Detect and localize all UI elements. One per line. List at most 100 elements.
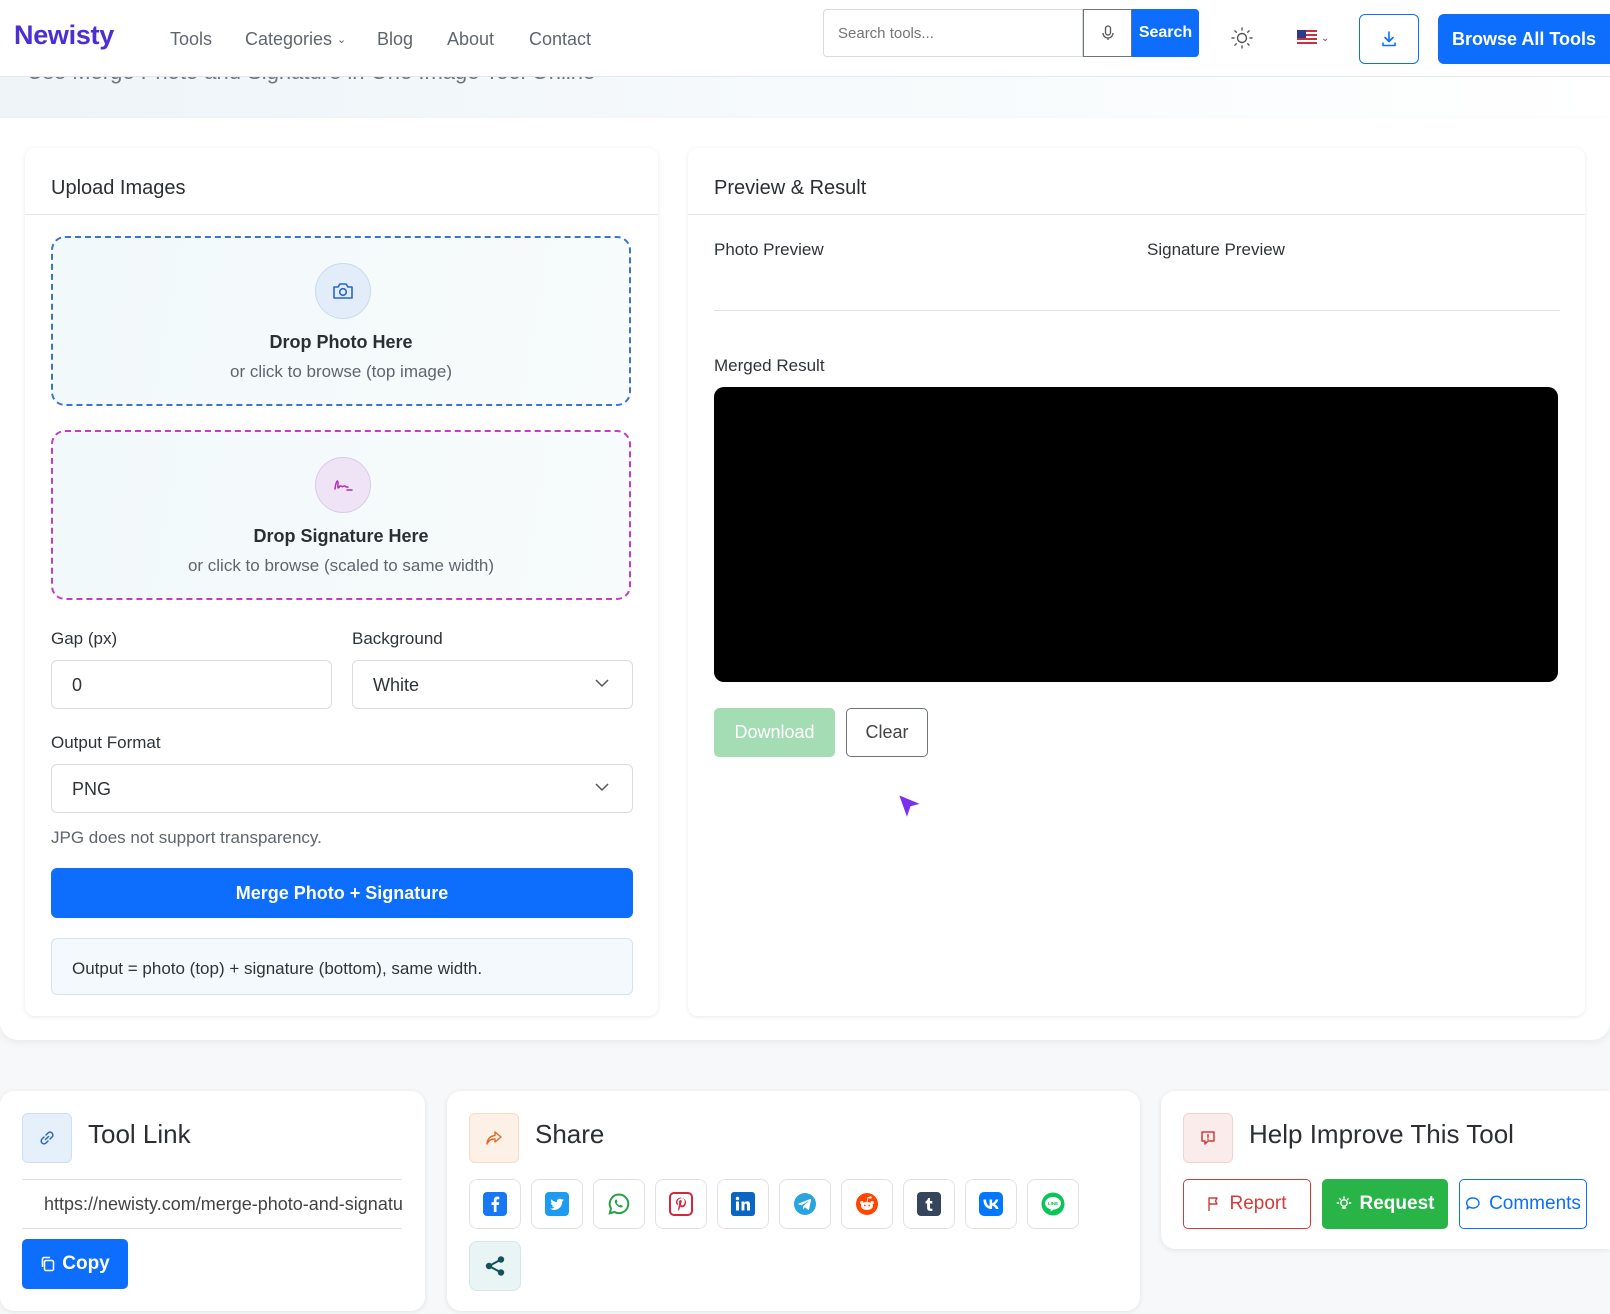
- nav-blog[interactable]: Blog: [377, 29, 413, 50]
- share-title: Share: [535, 1119, 605, 1149]
- share-twitter-button[interactable]: [531, 1179, 583, 1229]
- voice-search-button[interactable]: [1083, 9, 1132, 57]
- share-card: Share LINE: [447, 1091, 1140, 1311]
- language-selector[interactable]: ⌄: [1297, 30, 1329, 46]
- gap-label: Gap (px): [51, 629, 118, 648]
- report-button[interactable]: Report: [1183, 1179, 1311, 1229]
- us-flag-icon: [1297, 30, 1317, 46]
- tumblr-icon: [917, 1192, 941, 1216]
- download-button[interactable]: Download: [714, 708, 835, 757]
- install-app-button[interactable]: [1359, 14, 1419, 64]
- request-button-label: Request: [1359, 1193, 1435, 1214]
- search-button[interactable]: Search: [1132, 9, 1199, 57]
- background-select[interactable]: White: [352, 660, 633, 709]
- copy-button[interactable]: Copy: [22, 1239, 128, 1289]
- photo-dropzone-subtitle: or click to browse (top image): [229, 362, 453, 381]
- share-reddit-button[interactable]: [841, 1179, 893, 1229]
- nav-tools[interactable]: Tools: [170, 29, 212, 50]
- gap-input[interactable]: 0: [51, 660, 332, 709]
- share-facebook-button[interactable]: [469, 1179, 521, 1229]
- nav-about[interactable]: About: [447, 29, 494, 50]
- reddit-icon: [856, 1193, 878, 1215]
- share-linkedin-button[interactable]: [717, 1179, 769, 1229]
- share-vk-button[interactable]: [965, 1179, 1017, 1229]
- photo-preview-label: Photo Preview: [714, 240, 824, 259]
- feedback-card: Help Improve This Tool Report Request Co…: [1161, 1091, 1610, 1249]
- chevron-down-icon: ⌄: [1321, 32, 1330, 44]
- comments-button[interactable]: Comments: [1459, 1179, 1587, 1229]
- format-hint: JPG does not support transparency.: [51, 828, 322, 847]
- camera-icon: [315, 263, 371, 319]
- share-line-button[interactable]: LINE: [1027, 1179, 1079, 1229]
- share-telegram-button[interactable]: [779, 1179, 831, 1229]
- background-value: White: [373, 675, 420, 695]
- signature-icon: [315, 457, 371, 513]
- tool-link-title: Tool Link: [88, 1119, 191, 1149]
- share-whatsapp-button[interactable]: [593, 1179, 645, 1229]
- whatsapp-icon: [608, 1193, 630, 1215]
- merge-button[interactable]: Merge Photo + Signature: [51, 868, 633, 918]
- site-logo[interactable]: Newisty: [14, 20, 114, 51]
- chevron-down-icon: ⌄: [337, 34, 347, 46]
- share-nodes-icon: [485, 1256, 505, 1276]
- copy-button-label: Copy: [62, 1253, 110, 1274]
- line-icon: LINE: [1041, 1192, 1065, 1216]
- search-input[interactable]: [836, 10, 1070, 56]
- signature-dropzone-title: Drop Signature Here: [253, 526, 429, 546]
- lightbulb-icon: [1336, 1196, 1351, 1209]
- svg-text:LINE: LINE: [1048, 1201, 1058, 1206]
- facebook-icon: [483, 1192, 507, 1216]
- page-subtitle: Use Merge Photo and Signature in One Ima…: [27, 76, 595, 85]
- flag-icon: [1208, 1197, 1219, 1211]
- signature-dropzone[interactable]: Drop Signature Here or click to browse (…: [51, 430, 631, 600]
- nav-categories[interactable]: Categories ⌄: [245, 29, 346, 50]
- microphone-icon: [1101, 25, 1114, 40]
- photo-dropzone[interactable]: Drop Photo Here or click to browse (top …: [51, 236, 631, 406]
- preview-card-title: Preview & Result: [714, 177, 867, 199]
- output-format-value: PNG: [72, 779, 112, 799]
- preview-divider: [714, 310, 1560, 311]
- nav-contact[interactable]: Contact: [529, 29, 591, 50]
- background-label: Background: [352, 629, 443, 648]
- top-navbar: Newisty Tools Categories ⌄ Blog About Con…: [0, 0, 1610, 77]
- telegram-icon: [794, 1193, 816, 1215]
- copy-icon: [42, 1256, 55, 1272]
- comment-icon: [1466, 1197, 1480, 1210]
- upload-card-title: Upload Images: [51, 177, 186, 199]
- clear-button[interactable]: Clear: [846, 708, 928, 757]
- upload-card-header: Upload Images: [25, 148, 658, 215]
- twitter-icon: [545, 1192, 569, 1216]
- share-tumblr-button[interactable]: [903, 1179, 955, 1229]
- output-note: Output = photo (top) + signature (bottom…: [51, 938, 633, 995]
- mouse-cursor-icon: [897, 793, 923, 820]
- output-format-select[interactable]: PNG: [51, 764, 633, 813]
- feedback-title: Help Improve This Tool: [1249, 1119, 1514, 1149]
- feedback-icon: [1183, 1113, 1233, 1163]
- chevron-down-icon: [595, 679, 609, 688]
- vk-icon: [979, 1192, 1003, 1216]
- merged-result-label: Merged Result: [714, 356, 825, 375]
- linkedin-icon: [731, 1192, 755, 1216]
- browse-all-tools-button[interactable]: Browse All Tools: [1438, 14, 1610, 64]
- signature-dropzone-subtitle: or click to browse (scaled to same width…: [187, 556, 495, 575]
- output-format-label: Output Format: [51, 733, 161, 752]
- pinterest-icon: [669, 1192, 693, 1216]
- gap-value: 0: [72, 675, 83, 695]
- share-arrow-icon: [469, 1113, 519, 1163]
- chevron-down-icon: [595, 783, 609, 792]
- share-pinterest-button[interactable]: [655, 1179, 707, 1229]
- share-more-button[interactable]: [469, 1241, 521, 1291]
- search-box: [823, 9, 1083, 57]
- page-subtitle-strip: Use Merge Photo and Signature in One Ima…: [0, 76, 1610, 119]
- preview-card-header: Preview & Result: [688, 148, 1585, 215]
- request-button[interactable]: Request: [1322, 1179, 1448, 1229]
- nav-categories-label: Categories: [245, 29, 333, 49]
- merged-result-canvas: [714, 387, 1558, 682]
- download-icon: [1382, 31, 1396, 47]
- link-icon: [22, 1113, 72, 1163]
- sun-icon: [1231, 27, 1253, 49]
- theme-toggle-button[interactable]: [1230, 26, 1254, 55]
- signature-preview-label: Signature Preview: [1147, 240, 1285, 259]
- tool-url-field[interactable]: https://newisty.com/merge-photo-and-sign…: [22, 1179, 402, 1229]
- comments-button-label: Comments: [1489, 1193, 1581, 1214]
